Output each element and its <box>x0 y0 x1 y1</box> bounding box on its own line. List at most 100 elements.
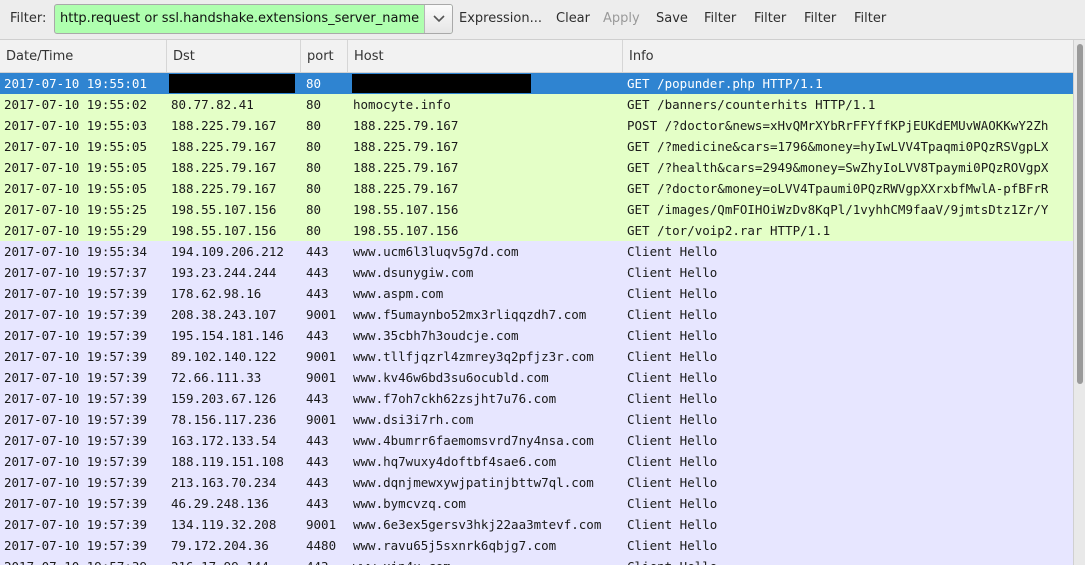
table-row[interactable]: 2017-07-10 19:57:39 188.119.151.108 443 www… <box>0 451 1073 472</box>
filter-button-3[interactable]: Filter <box>804 11 836 26</box>
table-row[interactable]: 2017-07-10 19:55:03 188.225.79.167 80 188.2… <box>0 115 1073 136</box>
cell-dst: 213.163.70.234 <box>171 475 277 490</box>
table-row[interactable]: 2017-07-10 19:55:05 188.225.79.167 80 188.2… <box>0 136 1073 157</box>
table-row[interactable]: 2017-07-10 19:57:39 178.62.98.16 443 www.as… <box>0 283 1073 304</box>
cell-host: www.f5umaynbo52mx3rliqqzdh7.com <box>353 307 587 322</box>
cell-info: Client Hello <box>627 433 718 448</box>
cell-host: www.ravu65j5sxnrk6qbjg7.com <box>353 538 557 553</box>
cell-time: 2017-07-10 19:55:01 <box>4 76 147 91</box>
cell-info: Client Hello <box>627 307 718 322</box>
cell-port: 443 <box>306 286 329 301</box>
cell-host: 188.225.79.167 <box>353 139 459 154</box>
cell-time: 2017-07-10 19:57:39 <box>4 391 147 406</box>
cell-port: 443 <box>306 328 329 343</box>
cell-host: 188.225.79.167 <box>353 118 459 133</box>
cell-time: 2017-07-10 19:57:39 <box>4 538 147 553</box>
table-row-selected[interactable]: 2017-07-10 19:55:01 80 GET /popunder.php H… <box>0 73 1073 94</box>
cell-host: www.dsi3i7rh.com <box>353 412 474 427</box>
cell-time: 2017-07-10 19:57:39 <box>4 370 147 385</box>
table-row[interactable]: 2017-07-10 19:55:34 194.109.206.212 443 www… <box>0 241 1073 262</box>
column-header-info[interactable]: Info <box>623 40 1073 72</box>
cell-port: 443 <box>306 496 329 511</box>
filter-button-2[interactable]: Filter <box>754 11 786 26</box>
cell-dst: 195.154.181.146 <box>171 328 284 343</box>
cell-port: 80 <box>306 160 322 175</box>
table-row[interactable]: 2017-07-10 19:55:05 188.225.79.167 80 188.2… <box>0 178 1073 199</box>
cell-time: 2017-07-10 19:57:37 <box>4 265 147 280</box>
table-row[interactable]: 2017-07-10 19:55:25 198.55.107.156 80 198.5… <box>0 199 1073 220</box>
cell-host: www.bymcvzq.com <box>353 496 466 511</box>
table-row[interactable]: 2017-07-10 19:57:39 163.172.133.54 443 www.… <box>0 430 1073 451</box>
table-row[interactable]: 2017-07-10 19:57:37 193.23.244.244 443 www.… <box>0 262 1073 283</box>
cell-host: www.xin4u.com <box>353 556 451 565</box>
table-row[interactable]: 2017-07-10 19:57:39 78.156.117.236 9001 www… <box>0 409 1073 430</box>
table-row[interactable]: 2017-07-10 19:57:39 216.17.99.144 443 www.x… <box>0 556 1073 565</box>
column-header-port[interactable]: port <box>301 40 348 72</box>
cell-info: GET /banners/counterhits HTTP/1.1 <box>627 97 876 112</box>
cell-info: Client Hello <box>627 475 718 490</box>
cell-info: Client Hello <box>627 286 718 301</box>
cell-info: GET /?doctor&money=oLVV4Tpaumi0PQzRWVgpX… <box>627 181 1049 196</box>
cell-time: 2017-07-10 19:57:39 <box>4 454 147 469</box>
display-filter-input[interactable] <box>55 5 425 33</box>
scrollbar-thumb[interactable] <box>1077 44 1083 384</box>
cell-host: www.ucm6l3luqv5g7d.com <box>353 244 519 259</box>
cell-info: Client Hello <box>627 349 718 364</box>
cell-info: Client Hello <box>627 538 718 553</box>
cell-host: www.35cbh7h3oudcje.com <box>353 328 519 343</box>
table-row[interactable]: 2017-07-10 19:57:39 72.66.111.33 9001 www.k… <box>0 367 1073 388</box>
cell-time: 2017-07-10 19:55:25 <box>4 202 147 217</box>
cell-time: 2017-07-10 19:57:39 <box>4 556 147 565</box>
cell-host: www.f7oh7ckh62zsjht7u76.com <box>353 391 557 406</box>
table-row[interactable]: 2017-07-10 19:55:05 188.225.79.167 80 188.2… <box>0 157 1073 178</box>
cell-port: 80 <box>306 118 322 133</box>
redaction-block <box>169 74 295 93</box>
cell-dst: 188.225.79.167 <box>171 118 277 133</box>
filter-history-dropdown-button[interactable] <box>424 5 452 33</box>
table-row[interactable]: 2017-07-10 19:57:39 195.154.181.146 443 www… <box>0 325 1073 346</box>
cell-port: 443 <box>306 391 329 406</box>
table-row[interactable]: 2017-07-10 19:57:39 46.29.248.136 443 www.b… <box>0 493 1073 514</box>
cell-port: 9001 <box>306 517 337 532</box>
cell-dst: 46.29.248.136 <box>171 496 269 511</box>
table-row[interactable]: 2017-07-10 19:55:02 80.77.82.41 80 homocyte… <box>0 94 1073 115</box>
filter-button-1[interactable]: Filter <box>704 11 736 26</box>
cell-dst: 178.62.98.16 <box>171 286 262 301</box>
cell-info: POST /?doctor&news=xHvQMrXYbRrFFYffKPjEU… <box>627 118 1049 133</box>
column-header-dst[interactable]: Dst <box>167 40 301 72</box>
cell-info: Client Hello <box>627 244 718 259</box>
filter-label: Filter: <box>10 11 47 26</box>
cell-time: 2017-07-10 19:57:39 <box>4 307 147 322</box>
packet-list: Date/Time Dst port Host Info 2017-07-10 … <box>0 40 1073 565</box>
cell-port: 443 <box>306 265 329 280</box>
cell-port: 443 <box>306 475 329 490</box>
vertical-scrollbar[interactable] <box>1073 40 1085 565</box>
cell-port: 80 <box>306 202 322 217</box>
cell-time: 2017-07-10 19:57:39 <box>4 517 147 532</box>
column-header-datetime[interactable]: Date/Time <box>0 40 167 72</box>
table-row[interactable]: 2017-07-10 19:57:39 134.119.32.208 9001 www… <box>0 514 1073 535</box>
table-row[interactable]: 2017-07-10 19:55:29 198.55.107.156 80 198.5… <box>0 220 1073 241</box>
table-row[interactable]: 2017-07-10 19:57:39 79.172.204.36 4480 www.… <box>0 535 1073 556</box>
clear-button[interactable]: Clear <box>556 11 590 26</box>
cell-time: 2017-07-10 19:57:39 <box>4 412 147 427</box>
apply-button[interactable]: Apply <box>603 11 640 26</box>
cell-host: www.hq7wuxy4doftbf4sae6.com <box>353 454 557 469</box>
table-row[interactable]: 2017-07-10 19:57:39 213.163.70.234 443 www.… <box>0 472 1073 493</box>
cell-time: 2017-07-10 19:57:39 <box>4 496 147 511</box>
cell-info: Client Hello <box>627 496 718 511</box>
column-header-host[interactable]: Host <box>348 40 623 72</box>
cell-dst: 188.119.151.108 <box>171 454 284 469</box>
cell-dst: 198.55.107.156 <box>171 223 277 238</box>
cell-port: 9001 <box>306 349 337 364</box>
table-row[interactable]: 2017-07-10 19:57:39 159.203.67.126 443 www.… <box>0 388 1073 409</box>
table-row[interactable]: 2017-07-10 19:57:39 89.102.140.122 9001 www… <box>0 346 1073 367</box>
expression-button[interactable]: Expression... <box>459 11 542 26</box>
display-filter-combo[interactable] <box>54 4 453 34</box>
packet-list-header: Date/Time Dst port Host Info <box>0 40 1073 73</box>
table-row[interactable]: 2017-07-10 19:57:39 208.38.243.107 9001 www… <box>0 304 1073 325</box>
cell-dst: 188.225.79.167 <box>171 139 277 154</box>
cell-host: homocyte.info <box>353 97 451 112</box>
filter-button-4[interactable]: Filter <box>854 11 886 26</box>
save-button[interactable]: Save <box>656 11 688 26</box>
